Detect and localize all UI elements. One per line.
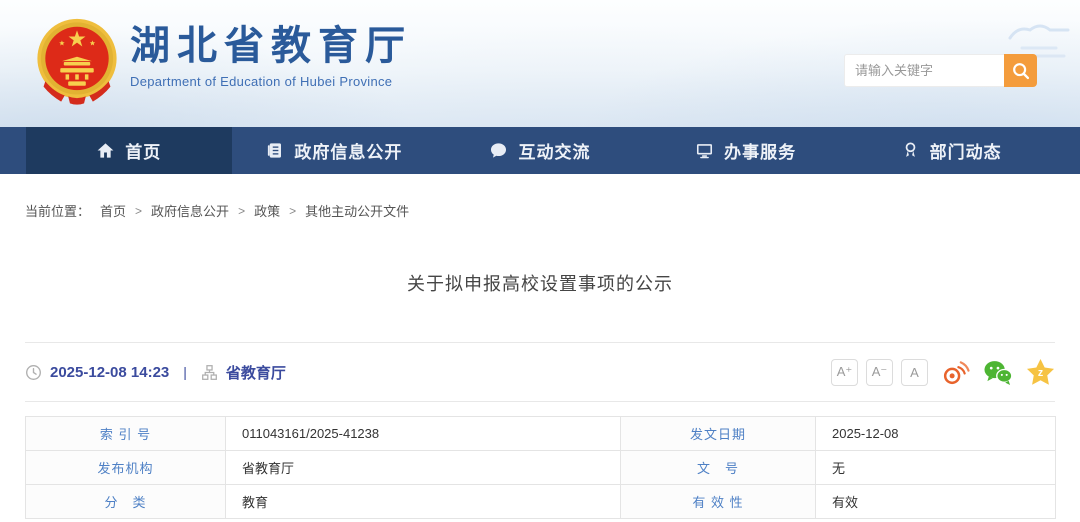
search-box bbox=[844, 54, 1037, 87]
wechat-share-icon[interactable] bbox=[983, 359, 1013, 386]
field-label-doc-number: 文 号 bbox=[621, 451, 816, 485]
meta-right: A⁺ A⁻ A bbox=[823, 358, 1055, 386]
document-info-table: 索 引 号 011043161/2025-41238 发文日期 2025-12-… bbox=[25, 416, 1056, 519]
article-meta-bar: 2025-12-08 14:23 | 省教育厅 A⁺ A⁻ A bbox=[25, 342, 1055, 402]
breadcrumb-prefix: 当前位置： bbox=[25, 201, 90, 220]
font-reset-button[interactable]: A bbox=[901, 359, 928, 386]
table-row: 发布机构 省教育厅 文 号 无 bbox=[26, 451, 1056, 485]
field-label-issuing-agency: 发布机构 bbox=[26, 451, 226, 485]
breadcrumb-separator: > bbox=[289, 204, 296, 218]
table-row: 分 类 教育 有 效 性 有效 bbox=[26, 485, 1056, 519]
nav-item-label: 政府信息公开 bbox=[294, 138, 402, 163]
chat-icon bbox=[489, 141, 508, 160]
nav-item-department-news[interactable]: 部门动态 bbox=[848, 127, 1054, 174]
nav-item-services[interactable]: 办事服务 bbox=[643, 127, 849, 174]
qzone-share-icon[interactable]: z bbox=[1026, 358, 1055, 386]
nav-item-label: 部门动态 bbox=[930, 138, 1002, 163]
home-icon bbox=[96, 141, 115, 160]
article-title: 关于拟申报高校设置事项的公示 bbox=[25, 270, 1055, 296]
weibo-share-icon[interactable] bbox=[941, 359, 970, 386]
meta-left: 2025-12-08 14:23 | 省教育厅 bbox=[25, 362, 286, 383]
font-increase-button[interactable]: A⁺ bbox=[831, 359, 858, 386]
site-subtitle: Department of Education of Hubei Provinc… bbox=[130, 74, 412, 89]
field-label-index-number: 索 引 号 bbox=[26, 417, 226, 451]
svg-text:z: z bbox=[1038, 367, 1043, 379]
meta-divider: | bbox=[183, 364, 187, 380]
nav-item-home[interactable]: 首页 bbox=[26, 127, 232, 174]
clock-icon bbox=[25, 364, 42, 381]
breadcrumb-item-home[interactable]: 首页 bbox=[100, 201, 126, 220]
site-title: 湖北省教育厅 bbox=[130, 24, 412, 68]
breadcrumb: 当前位置： 首页 > 政府信息公开 > 政策 > 其他主动公开文件 bbox=[25, 201, 1055, 220]
breadcrumb-item-gov-info[interactable]: 政府信息公开 bbox=[151, 201, 229, 220]
field-value-index-number: 011043161/2025-41238 bbox=[226, 417, 621, 451]
nav-item-label: 首页 bbox=[125, 138, 161, 163]
field-value-category: 教育 bbox=[226, 485, 621, 519]
field-label-issue-date: 发文日期 bbox=[621, 417, 816, 451]
monitor-icon bbox=[695, 141, 714, 160]
table-row: 索 引 号 011043161/2025-41238 发文日期 2025-12-… bbox=[26, 417, 1056, 451]
field-value-doc-number: 无 bbox=[816, 451, 1056, 485]
person-icon bbox=[901, 141, 920, 160]
breadcrumb-separator: > bbox=[238, 204, 245, 218]
organization-icon bbox=[201, 364, 218, 381]
nav-item-label: 互动交流 bbox=[518, 138, 590, 163]
site-title-block: 湖北省教育厅 Department of Education of Hubei … bbox=[130, 24, 412, 89]
search-icon bbox=[1011, 61, 1031, 81]
breadcrumb-separator: > bbox=[135, 204, 142, 218]
document-icon bbox=[266, 141, 284, 160]
national-emblem-logo bbox=[33, 16, 121, 108]
nav-item-label: 办事服务 bbox=[724, 138, 796, 163]
breadcrumb-item-policy[interactable]: 政策 bbox=[254, 201, 280, 220]
page-content: 当前位置： 首页 > 政府信息公开 > 政策 > 其他主动公开文件 关于拟申报高… bbox=[25, 201, 1055, 519]
main-navbar: 首页 政府信息公开 互动交流 办事服务 部门动态 bbox=[0, 127, 1080, 174]
publish-source: 省教育厅 bbox=[226, 362, 286, 383]
nav-item-gov-info[interactable]: 政府信息公开 bbox=[232, 127, 438, 174]
site-header: 湖北省教育厅 Department of Education of Hubei … bbox=[0, 0, 1080, 127]
field-label-category: 分 类 bbox=[26, 485, 226, 519]
publish-datetime: 2025-12-08 14:23 bbox=[50, 364, 169, 381]
field-value-validity: 有效 bbox=[816, 485, 1056, 519]
field-value-issuing-agency: 省教育厅 bbox=[226, 451, 621, 485]
font-decrease-button[interactable]: A⁻ bbox=[866, 359, 893, 386]
search-input[interactable] bbox=[844, 54, 1004, 87]
nav-item-interaction[interactable]: 互动交流 bbox=[437, 127, 643, 174]
search-button[interactable] bbox=[1004, 54, 1037, 87]
breadcrumb-item-other-docs[interactable]: 其他主动公开文件 bbox=[305, 201, 409, 220]
field-value-issue-date: 2025-12-08 bbox=[816, 417, 1056, 451]
field-label-validity: 有 效 性 bbox=[621, 485, 816, 519]
